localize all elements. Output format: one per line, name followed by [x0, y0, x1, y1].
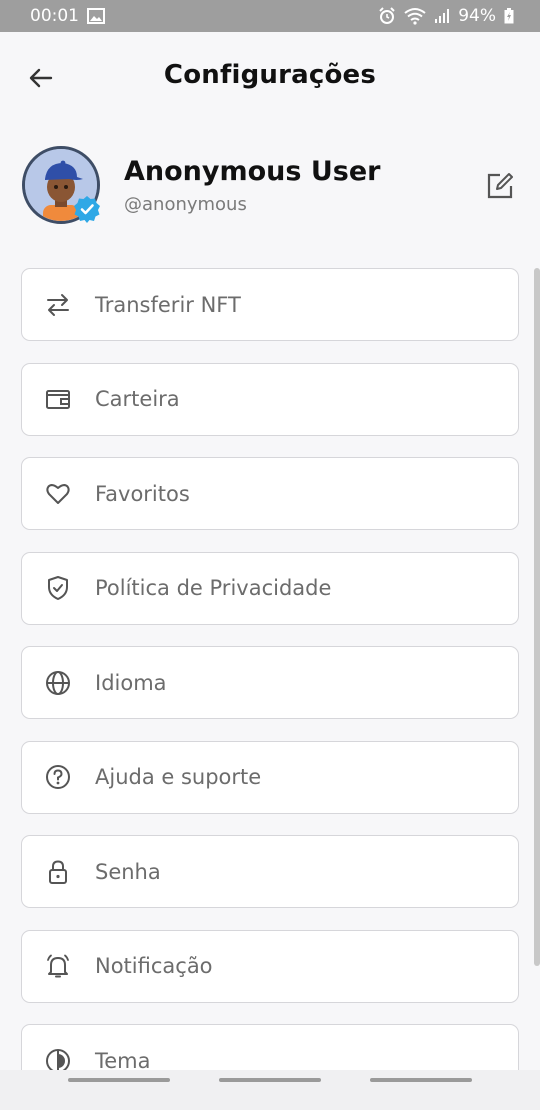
wifi-icon — [404, 7, 426, 25]
globe-icon — [44, 669, 72, 697]
heart-icon — [44, 480, 72, 508]
nav-recent-apps[interactable] — [68, 1078, 170, 1082]
profile-card: Anonymous User @anonymous — [22, 146, 518, 226]
wallet-icon — [44, 385, 72, 413]
menu-item-label: Idioma — [95, 670, 167, 695]
menu-item-label: Favoritos — [95, 481, 190, 506]
user-name: Anonymous User — [124, 156, 381, 187]
signal-icon — [434, 8, 450, 24]
menu-item-privacy-policy[interactable]: Política de Privacidade — [21, 551, 519, 625]
menu-item-wallet[interactable]: Carteira — [21, 362, 519, 436]
menu-item-label: Política de Privacidade — [95, 576, 332, 600]
transfer-icon — [44, 291, 72, 319]
header: Configurações — [0, 32, 540, 122]
battery-percent: 94% — [458, 6, 496, 26]
avatar[interactable] — [22, 146, 100, 225]
menu-item-password[interactable]: Senha — [21, 835, 519, 908]
edit-profile-button[interactable] — [486, 172, 516, 202]
settings-menu: Transferir NFT Carteira Favoritos Políti… — [21, 268, 519, 1110]
shield-check-icon — [44, 574, 72, 602]
help-circle-icon — [44, 763, 72, 791]
status-bar: 00:01 94% — [0, 0, 540, 32]
lock-icon — [44, 858, 72, 886]
system-nav-bar — [0, 1070, 540, 1110]
menu-item-notification[interactable]: Notificação — [21, 929, 519, 1003]
alarm-icon — [378, 7, 396, 25]
nav-home[interactable] — [219, 1078, 321, 1082]
menu-item-favorites[interactable]: Favoritos — [21, 457, 519, 530]
page-title: Configurações — [163, 60, 377, 90]
menu-item-help-support[interactable]: Ajuda e suporte — [21, 740, 519, 814]
status-time: 00:01 — [30, 6, 79, 26]
nav-back[interactable] — [370, 1078, 472, 1082]
gallery-notification-icon — [87, 8, 105, 24]
menu-item-label: Notificação — [95, 954, 213, 978]
edit-icon — [487, 173, 513, 199]
menu-item-transfer-nft[interactable]: Transferir NFT — [21, 268, 519, 341]
menu-item-label: Tema — [95, 1048, 151, 1073]
scrollbar[interactable] — [534, 268, 540, 966]
bell-icon — [44, 952, 72, 980]
battery-charging-icon — [504, 8, 514, 24]
menu-item-label: Transferir NFT — [95, 292, 241, 317]
menu-item-language[interactable]: Idioma — [21, 646, 519, 719]
menu-item-label: Carteira — [95, 387, 180, 411]
user-handle: @anonymous — [124, 194, 247, 215]
verified-badge-icon — [74, 196, 100, 223]
menu-item-label: Ajuda e suporte — [95, 765, 262, 789]
menu-item-label: Senha — [95, 859, 161, 884]
